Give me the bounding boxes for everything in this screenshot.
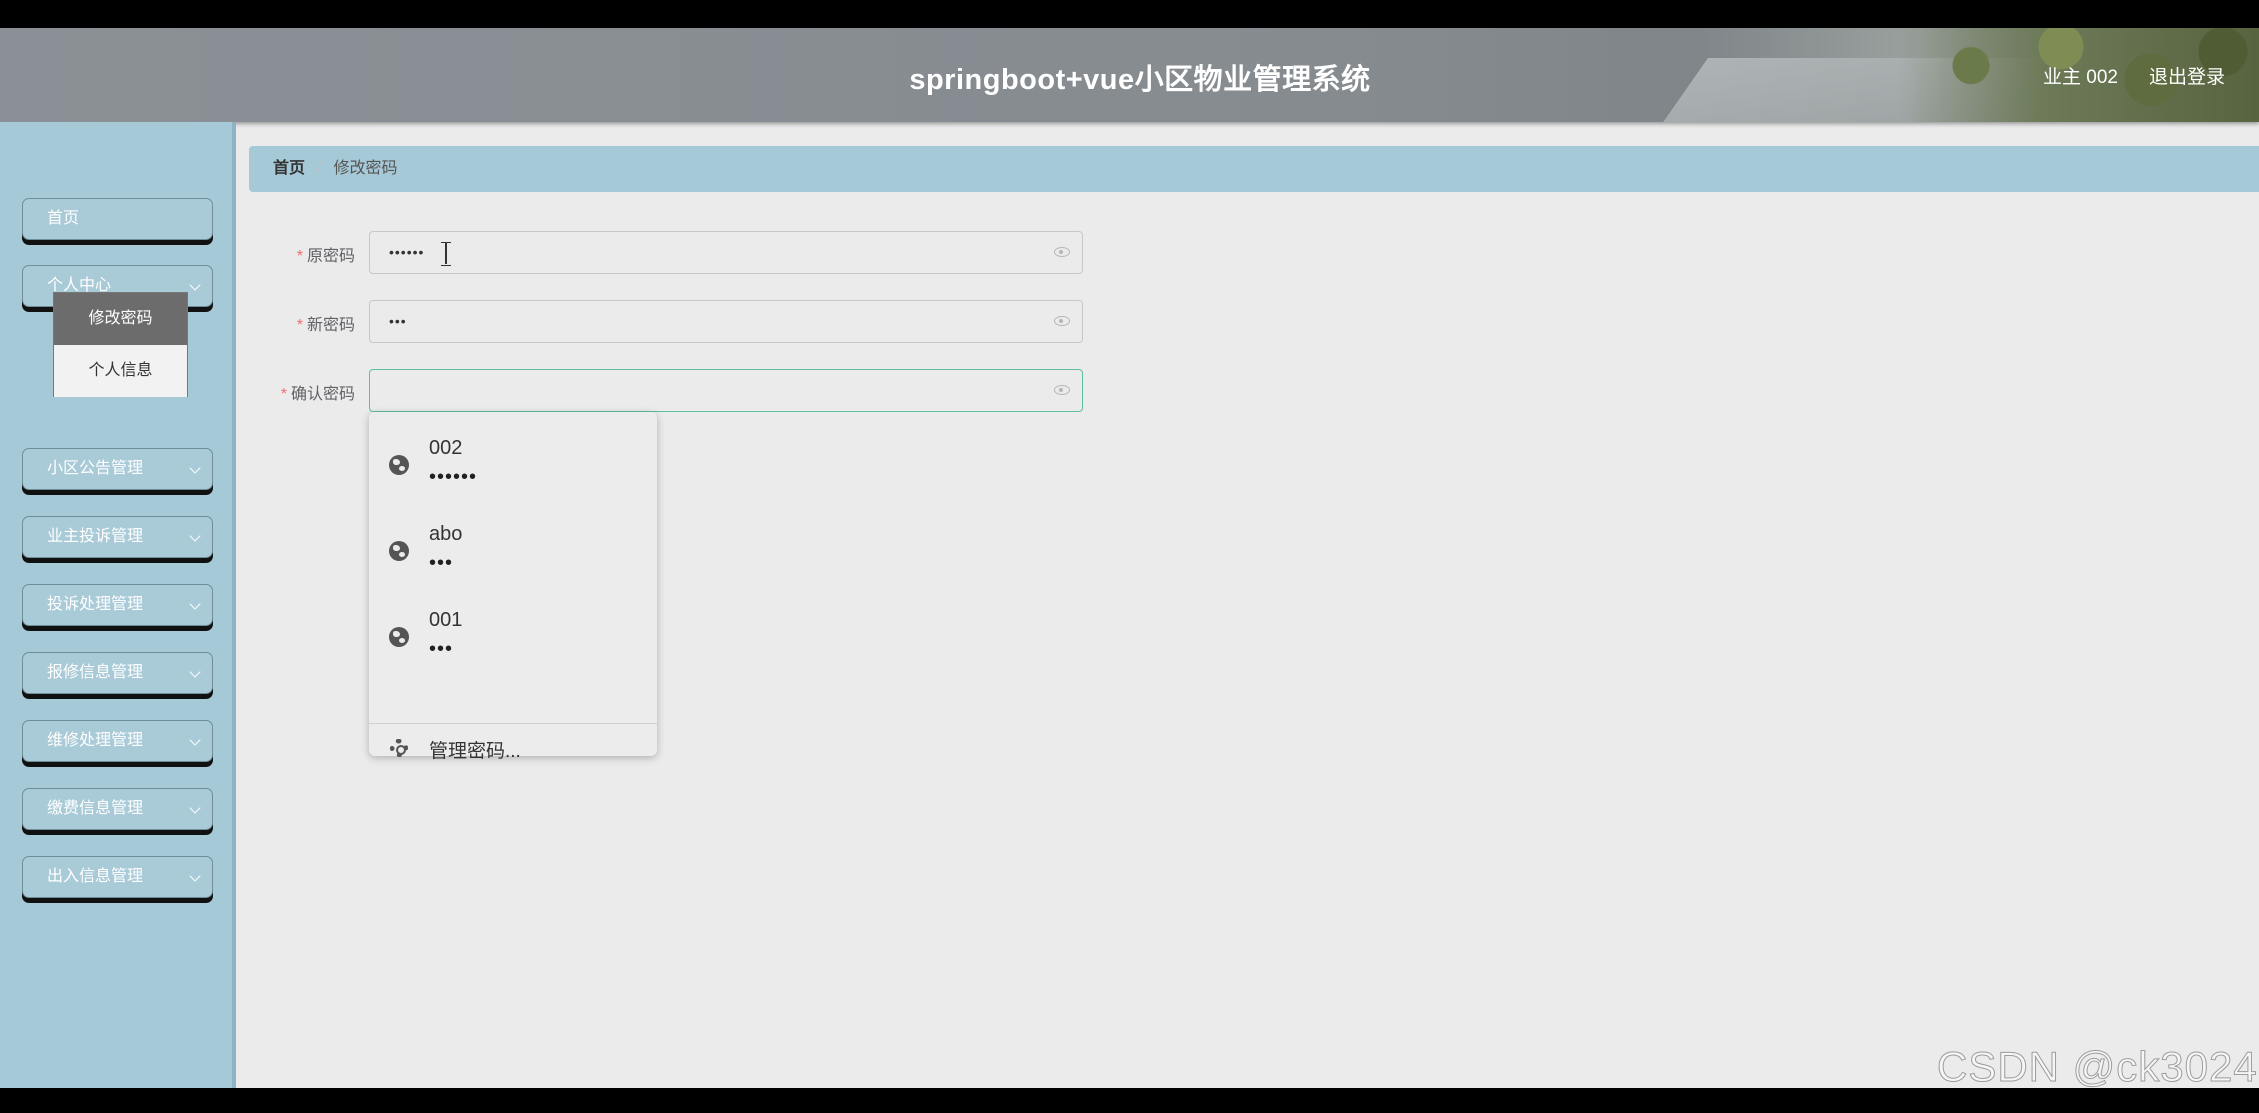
- logout-link[interactable]: 退出登录: [2149, 62, 2225, 89]
- new-password-field[interactable]: •••: [369, 300, 1083, 343]
- dropdown-divider: [369, 723, 657, 724]
- autofill-username: 001: [429, 609, 463, 631]
- chevron-down-icon: [189, 279, 201, 291]
- autofill-password-mask: ••••••: [429, 466, 478, 488]
- sidebar-item-payment-info[interactable]: 缴费信息管理: [22, 788, 213, 830]
- eye-icon[interactable]: [1054, 247, 1070, 257]
- sidebar-item-repair-info[interactable]: 报修信息管理: [22, 652, 213, 694]
- sidebar-item-label: 投诉处理管理: [47, 596, 144, 613]
- old-password-value: ••••••: [389, 244, 425, 260]
- sidebar-item-access-info[interactable]: 出入信息管理: [22, 856, 213, 898]
- globe-icon: [389, 541, 409, 561]
- sidebar-item-owner-complaints[interactable]: 业主投诉管理: [22, 516, 213, 558]
- old-password-label: * 原密码: [296, 248, 355, 265]
- chevron-down-icon: [189, 462, 201, 474]
- sidebar-item-label: 小区公告管理: [47, 460, 144, 477]
- breadcrumb-separator: /: [317, 160, 322, 177]
- globe-icon: [389, 455, 409, 475]
- current-user: 业主 002: [2043, 67, 2118, 88]
- sidebar-item-home[interactable]: 首页: [22, 198, 213, 240]
- sidebar-scrollbar[interactable]: [232, 122, 236, 1088]
- chevron-down-icon: [189, 870, 201, 882]
- chevron-down-icon: [189, 666, 201, 678]
- sidebar-item-label: 业主投诉管理: [47, 528, 144, 545]
- password-autofill-dropdown: 002 •••••• abo ••• 001 ••• 管理密码...: [369, 412, 657, 762]
- manage-passwords-item[interactable]: 管理密码...: [369, 728, 657, 772]
- autofill-entry[interactable]: 002 ••••••: [369, 412, 657, 498]
- autofill-username: abo: [429, 523, 463, 545]
- confirm-password-field[interactable]: [369, 369, 1083, 412]
- sidebar-item-label: 首页: [47, 210, 80, 227]
- page-title: springboot+vue小区物业管理系统: [909, 64, 1371, 96]
- submenu-item-personal-info[interactable]: 个人信息: [54, 345, 187, 397]
- eye-icon[interactable]: [1054, 385, 1070, 395]
- app-window: springboot+vue小区物业管理系统 业主 002 退出登录 首页 个人…: [0, 28, 2259, 1088]
- submenu-item-change-password[interactable]: 修改密码: [54, 293, 187, 345]
- sidebar-item-repair-handling[interactable]: 维修处理管理: [22, 720, 213, 762]
- sidebar-item-label: 缴费信息管理: [47, 800, 144, 817]
- sidebar: 首页 个人中心 修改密码 个人信息 小区公告管理 业主投诉管理 投诉处理管理 报…: [0, 122, 232, 1088]
- autofill-entry[interactable]: abo •••: [369, 498, 657, 584]
- autofill-password-mask: •••: [429, 552, 454, 574]
- sidebar-item-label: 维修处理管理: [47, 732, 144, 749]
- autofill-entry[interactable]: 001 •••: [369, 584, 657, 670]
- autofill-password-mask: •••: [429, 638, 454, 660]
- new-password-label: * 新密码: [296, 317, 355, 334]
- confirm-password-label: * 确认密码: [280, 386, 355, 403]
- manage-passwords-label: 管理密码...: [429, 741, 521, 762]
- text-cursor-icon: [441, 242, 451, 266]
- autofill-username: 002: [429, 437, 463, 459]
- sidebar-item-label: 出入信息管理: [47, 868, 144, 885]
- sidebar-item-label: 报修信息管理: [47, 664, 144, 681]
- screen-bottom-border: [0, 1088, 2259, 1113]
- sidebar-item-complaint-handling[interactable]: 投诉处理管理: [22, 584, 213, 626]
- chevron-down-icon: [189, 598, 201, 610]
- screen-top-border: [0, 0, 2259, 28]
- breadcrumb: 首页 / 修改密码: [249, 146, 2259, 192]
- eye-icon[interactable]: [1054, 316, 1070, 326]
- chevron-down-icon: [189, 530, 201, 542]
- gear-icon: [390, 739, 408, 757]
- watermark: CSDN @ck3024: [1937, 1043, 2258, 1089]
- breadcrumb-home[interactable]: 首页: [273, 160, 305, 177]
- breadcrumb-current: 修改密码: [333, 160, 398, 177]
- globe-icon: [389, 627, 409, 647]
- submenu-personal-center: 修改密码 个人信息: [53, 292, 188, 397]
- old-password-field[interactable]: ••••••: [369, 231, 1083, 274]
- chevron-down-icon: [189, 734, 201, 746]
- new-password-value: •••: [389, 313, 407, 329]
- header: springboot+vue小区物业管理系统 业主 002 退出登录: [0, 28, 2259, 122]
- chevron-down-icon: [189, 802, 201, 814]
- sidebar-item-announcements[interactable]: 小区公告管理: [22, 448, 213, 490]
